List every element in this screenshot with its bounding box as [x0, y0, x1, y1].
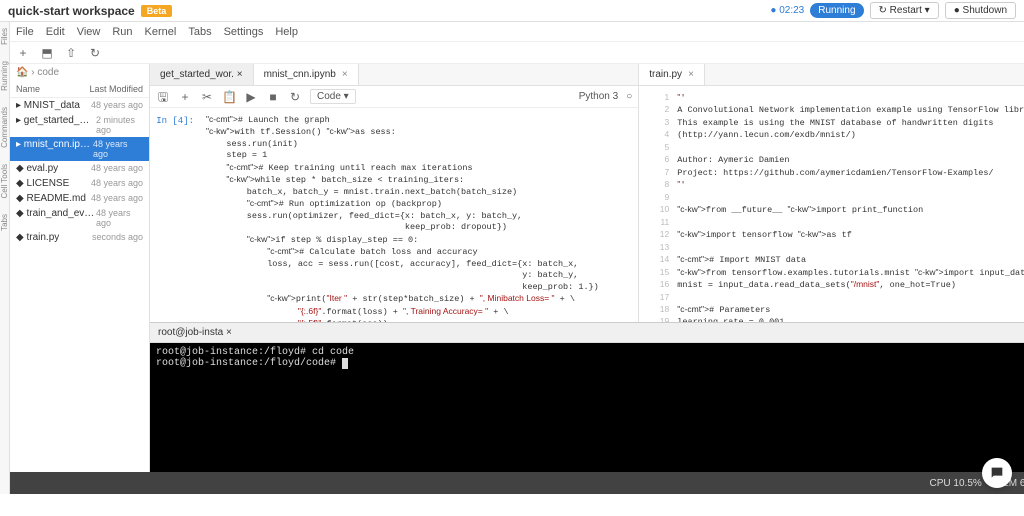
file-row[interactable]: ▸ MNIST_data48 years ago — [10, 98, 149, 113]
terminal-panel: root@job-insta × root@job-instance:/floy… — [150, 322, 1024, 472]
beta-badge: Beta — [141, 5, 173, 17]
notebook-toolbar: 🖫 + ✂ 📋 ▶ ■ ↻ Code ▾ Python 3 ○ — [150, 86, 638, 108]
refresh-icon[interactable]: ↻ — [88, 46, 102, 60]
sidestrip-commands[interactable]: Commands — [0, 107, 9, 148]
cut-icon[interactable]: ✂ — [200, 90, 214, 104]
stop-icon[interactable]: ■ — [266, 90, 280, 104]
menu-kernel[interactable]: Kernel — [145, 26, 177, 38]
chat-icon[interactable] — [982, 458, 1012, 488]
col-name[interactable]: Name — [16, 84, 40, 94]
paste-icon[interactable]: 📋 — [222, 90, 236, 104]
tab-train-py[interactable]: train.py× — [639, 64, 705, 85]
editor-tabs: train.py× — [639, 64, 1024, 86]
close-icon[interactable]: × — [688, 69, 694, 80]
sidestrip-files[interactable]: Files — [0, 28, 9, 45]
cpu-stat: CPU 10.5% — [930, 478, 982, 489]
file-browser: 🏠 › code Name Last Modified ▸ MNIST_data… — [10, 64, 150, 472]
breadcrumb[interactable]: 🏠 › code — [10, 64, 149, 81]
code-editor[interactable]: 1''' 2A Convolutional Network implementa… — [639, 86, 1024, 322]
col-modified[interactable]: Last Modified — [89, 84, 143, 94]
topbar: quick-start workspace Beta ● 02:23 Runni… — [0, 0, 1024, 22]
close-icon[interactable]: × — [342, 69, 348, 80]
cell-in-label: In [4]: — [156, 116, 194, 126]
tab-mnist-cnn[interactable]: mnist_cnn.ipynb× — [254, 64, 359, 85]
menu-edit[interactable]: Edit — [46, 26, 65, 38]
sidestrip-running[interactable]: Running — [0, 61, 9, 91]
shutdown-button[interactable]: ● Shutdown — [945, 2, 1016, 19]
kernel-status-icon: ○ — [626, 91, 632, 102]
file-row[interactable]: ◆ eval.py48 years ago — [10, 161, 149, 176]
run-icon[interactable]: ▶ — [244, 90, 258, 104]
editor-pane: train.py× 1''' 2A Convolutional Network … — [639, 64, 1024, 322]
sidestrip-celltools[interactable]: Cell Tools — [0, 164, 9, 199]
upload-icon[interactable]: ⇧ — [64, 46, 78, 60]
restart-kernel-icon[interactable]: ↻ — [288, 90, 302, 104]
restart-button[interactable]: ↻ Restart ▾ — [870, 2, 939, 19]
newfolder-icon[interactable]: ⬒ — [40, 46, 54, 60]
left-sidestrip: Files Running Commands Cell Tools Tabs — [0, 22, 10, 494]
terminal-tab[interactable]: root@job-insta × — [150, 323, 1024, 343]
menu-view[interactable]: View — [77, 26, 101, 38]
status-bar: CPU 10.5% MEM 6.4% DISK 3% — [10, 472, 1024, 494]
menu-run[interactable]: Run — [112, 26, 132, 38]
terminal[interactable]: root@job-instance:/floyd# cd code root@j… — [150, 343, 1024, 472]
time-info: ● 02:23 — [770, 5, 804, 16]
notebook-tabs: get_started_wor. × mnist_cnn.ipynb× — [150, 64, 638, 86]
file-row[interactable]: ▸ get_started_workspace...2 minutes ago — [10, 113, 149, 137]
menu-help[interactable]: Help — [275, 26, 298, 38]
menubar: File Edit View Run Kernel Tabs Settings … — [10, 22, 1024, 42]
toolbar: + ⬒ ⇧ ↻ — [10, 42, 1024, 64]
cell-type-select[interactable]: Code ▾ — [310, 89, 356, 104]
top-controls: ● 02:23 Running ↻ Restart ▾ ● Shutdown — [770, 2, 1016, 19]
menu-tabs[interactable]: Tabs — [188, 26, 211, 38]
file-row[interactable]: ◆ README.md48 years ago — [10, 191, 149, 206]
file-row[interactable]: ▸ mnist_cnn.ipynb48 years ago — [10, 137, 149, 161]
file-row[interactable]: ◆ train_and_eval.py48 years ago — [10, 206, 149, 230]
file-row[interactable]: ◆ LICENSE48 years ago — [10, 176, 149, 191]
kernel-name: Python 3 — [579, 91, 618, 102]
sidestrip-tabs[interactable]: Tabs — [0, 214, 9, 231]
workspace-title: quick-start workspace — [8, 4, 135, 18]
file-row[interactable]: ◆ train.pyseconds ago — [10, 230, 149, 245]
notebook-pane: get_started_wor. × mnist_cnn.ipynb× 🖫 + … — [150, 64, 639, 322]
tab-get-started[interactable]: get_started_wor. × — [150, 64, 254, 85]
menu-settings[interactable]: Settings — [224, 26, 264, 38]
save-icon[interactable]: 🖫 — [156, 90, 170, 104]
running-pill[interactable]: Running — [810, 3, 863, 18]
notebook-code-cell[interactable]: "c-cmt"># Launch the graph "c-kw">with t… — [198, 108, 638, 322]
new-icon[interactable]: + — [16, 46, 30, 60]
menu-file[interactable]: File — [16, 26, 34, 38]
add-cell-icon[interactable]: + — [178, 90, 192, 104]
